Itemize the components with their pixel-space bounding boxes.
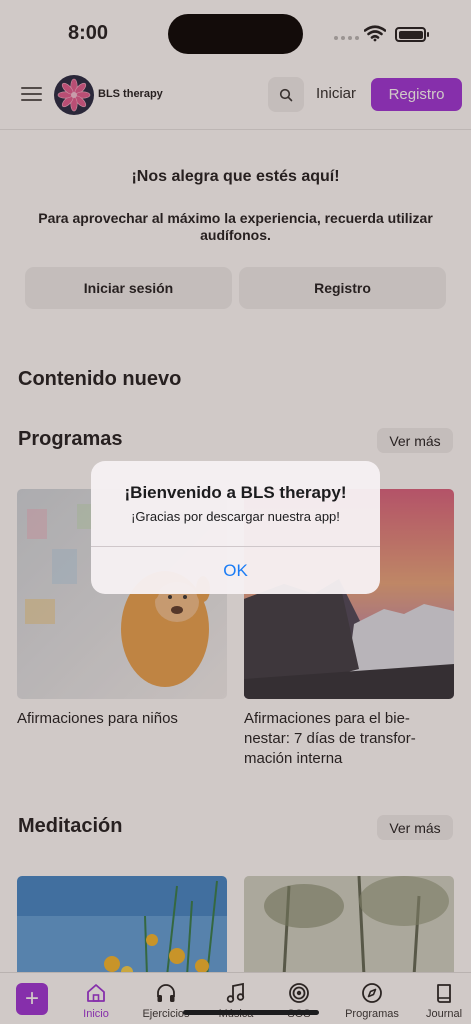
- alert-message: ¡Gracias por descargar nuestra app!: [131, 509, 340, 524]
- tab-bar-dim: [0, 972, 471, 1024]
- welcome-alert-dialog: ¡Bienvenido a BLS therapy! ¡Gracias por …: [91, 461, 380, 594]
- home-indicator[interactable]: [183, 1010, 319, 1015]
- alert-title: ¡Bienvenido a BLS therapy!: [124, 483, 347, 502]
- alert-ok-button[interactable]: OK: [91, 547, 380, 594]
